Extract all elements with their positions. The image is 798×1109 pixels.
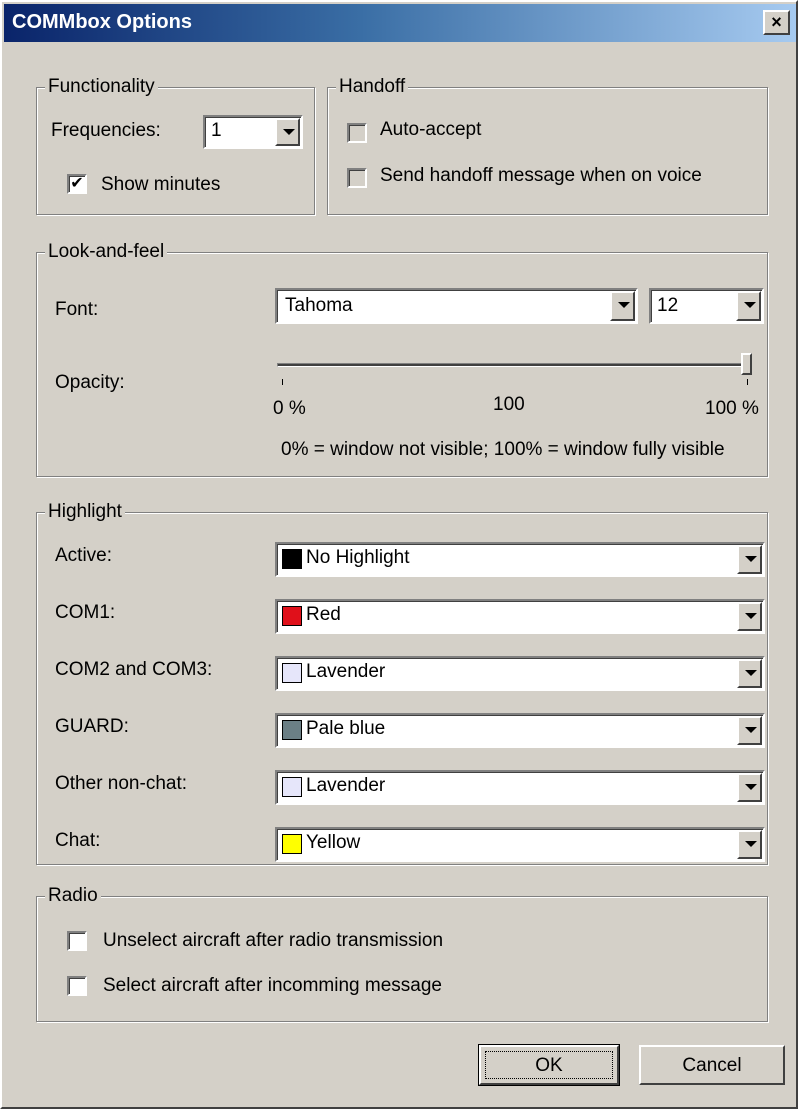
radio-legend: Radio [45, 885, 101, 907]
font-dropdown-button[interactable] [610, 291, 635, 321]
chevron-down-icon [744, 302, 756, 308]
slider-tick-min [282, 379, 283, 385]
select-aircraft-checkbox[interactable] [67, 976, 87, 996]
opacity-slider-thumb[interactable] [741, 353, 752, 375]
frequencies-select[interactable]: 1 [203, 115, 303, 149]
cancel-button-label: Cancel [682, 1055, 742, 1076]
frequencies-dropdown-button[interactable] [275, 118, 300, 146]
color-swatch [282, 777, 302, 797]
chevron-down-icon [745, 556, 757, 562]
chevron-down-icon [745, 841, 757, 847]
highlight-dropdown-button[interactable] [737, 716, 762, 745]
highlight-color-value: Pale blue [306, 718, 386, 739]
chevron-down-icon [745, 784, 757, 790]
ok-button[interactable]: OK [478, 1044, 620, 1086]
color-swatch [282, 720, 302, 740]
commbox-options-dialog: COMMbox Options × Functionality Frequenc… [0, 0, 798, 1109]
opacity-slider-track [277, 363, 752, 367]
highlight-color-select[interactable]: Pale blue [275, 713, 765, 748]
show-minutes-label: Show minutes [101, 174, 221, 195]
frequencies-label: Frequencies: [51, 120, 161, 141]
highlight-row-label: GUARD: [55, 716, 129, 737]
highlight-legend: Highlight [45, 501, 125, 523]
opacity-tick-mid-label: 100 [493, 394, 525, 415]
font-size-select[interactable]: 12 [649, 288, 764, 324]
highlight-dropdown-button[interactable] [737, 773, 762, 802]
select-aircraft-label: Select aircraft after incomming message [103, 975, 442, 996]
handoff-legend: Handoff [336, 76, 409, 98]
chevron-down-icon [283, 129, 295, 135]
chevron-down-icon [745, 613, 757, 619]
highlight-row-label: COM1: [55, 602, 116, 623]
highlight-row-label: Chat: [55, 830, 101, 851]
ok-button-label: OK [535, 1055, 563, 1076]
look-and-feel-group: Look-and-feel Font: Tahoma 12 Opacity: 0… [36, 241, 768, 477]
opacity-slider[interactable] [277, 351, 757, 395]
close-icon: × [771, 12, 782, 32]
window-title: COMMbox Options [12, 11, 192, 33]
cancel-button[interactable]: Cancel [639, 1045, 785, 1085]
close-button[interactable]: × [763, 10, 790, 35]
font-size-value: 12 [657, 295, 679, 316]
highlight-color-select[interactable]: Yellow [275, 827, 765, 862]
opacity-label: Opacity: [55, 372, 125, 393]
highlight-group: Highlight Active: No Highlight COM1: Red COM… [36, 501, 768, 865]
font-label: Font: [55, 299, 99, 320]
highlight-color-value: Yellow [306, 832, 361, 853]
highlight-row-label: Active: [55, 545, 113, 566]
chevron-down-icon [745, 670, 757, 676]
functionality-group: Functionality Frequencies: 1 ✔ Show minu… [36, 76, 315, 215]
highlight-color-value: Red [306, 604, 341, 625]
highlight-dropdown-button[interactable] [737, 659, 762, 688]
auto-accept-checkbox[interactable] [347, 123, 367, 143]
highlight-color-value: Lavender [306, 661, 386, 682]
highlight-dropdown-button[interactable] [737, 830, 762, 859]
highlight-color-select[interactable]: Lavender [275, 770, 765, 805]
unselect-aircraft-label: Unselect aircraft after radio transmissi… [103, 930, 444, 951]
highlight-row-label: COM2 and COM3: [55, 659, 213, 680]
opacity-tick-max-label: 100 % [705, 398, 759, 419]
checkmark-icon: ✔ [70, 175, 84, 192]
show-minutes-checkbox[interactable]: ✔ [67, 174, 87, 194]
highlight-color-select[interactable]: No Highlight [275, 542, 765, 577]
font-size-dropdown-button[interactable] [736, 291, 761, 321]
send-handoff-message-label: Send handoff message when on voice [380, 165, 702, 186]
highlight-dropdown-button[interactable] [737, 602, 762, 631]
title-bar[interactable]: COMMbox Options × [4, 4, 796, 42]
color-swatch [282, 549, 302, 569]
auto-accept-label: Auto-accept [380, 119, 482, 140]
highlight-color-value: Lavender [306, 775, 386, 796]
highlight-row-label: Other non-chat: [55, 773, 188, 794]
send-handoff-message-checkbox[interactable] [347, 168, 367, 188]
frequencies-value: 1 [211, 120, 222, 141]
highlight-color-value: No Highlight [306, 547, 410, 568]
slider-tick-max [747, 379, 748, 385]
color-swatch [282, 606, 302, 626]
chevron-down-icon [745, 727, 757, 733]
radio-group: Radio Unselect aircraft after radio tran… [36, 885, 768, 1022]
highlight-dropdown-button[interactable] [737, 545, 762, 574]
highlight-color-select[interactable]: Red [275, 599, 765, 634]
handoff-group: Handoff Auto-accept Send handoff message… [327, 76, 768, 215]
chevron-down-icon [618, 302, 630, 308]
opacity-tick-min-label: 0 % [273, 398, 306, 419]
color-swatch [282, 834, 302, 854]
font-value: Tahoma [285, 295, 353, 316]
functionality-legend: Functionality [45, 76, 158, 98]
highlight-color-select[interactable]: Lavender [275, 656, 765, 691]
look-and-feel-legend: Look-and-feel [45, 241, 168, 263]
font-select[interactable]: Tahoma [275, 288, 638, 324]
opacity-note: 0% = window not visible; 100% = window f… [281, 439, 725, 460]
unselect-aircraft-checkbox[interactable] [67, 931, 87, 951]
color-swatch [282, 663, 302, 683]
